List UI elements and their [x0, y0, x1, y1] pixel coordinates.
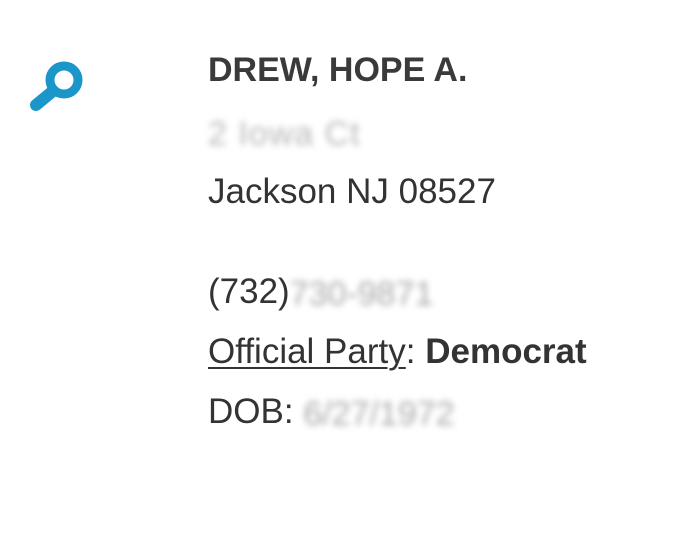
city-state-zip: Jackson NJ 08527	[208, 172, 496, 211]
street-address-line: 2 Iowa Ct	[208, 110, 678, 154]
dob-label: DOB:	[208, 392, 294, 431]
party-separator: :	[405, 332, 416, 371]
phone-line: (732)730-9871	[208, 270, 678, 314]
phone-number-redacted: 730-9871	[289, 274, 434, 313]
party-value: Democrat	[425, 332, 587, 371]
dob-line: DOB: 6/27/1972	[208, 390, 678, 434]
magnifier-icon	[30, 61, 83, 111]
street-address-redacted: 2 Iowa Ct	[208, 114, 361, 153]
dob-value-redacted: 6/27/1972	[303, 394, 455, 433]
party-line: Official Party: Democrat	[208, 330, 678, 374]
phone-area-code: (732)	[208, 272, 290, 311]
voter-record: DREW, HOPE A. 2 Iowa Ct Jackson NJ 08527…	[208, 46, 678, 434]
record-name: DREW, HOPE A.	[208, 51, 468, 89]
official-party-link[interactable]: Official Party	[208, 332, 406, 371]
search-button[interactable]	[26, 56, 88, 112]
